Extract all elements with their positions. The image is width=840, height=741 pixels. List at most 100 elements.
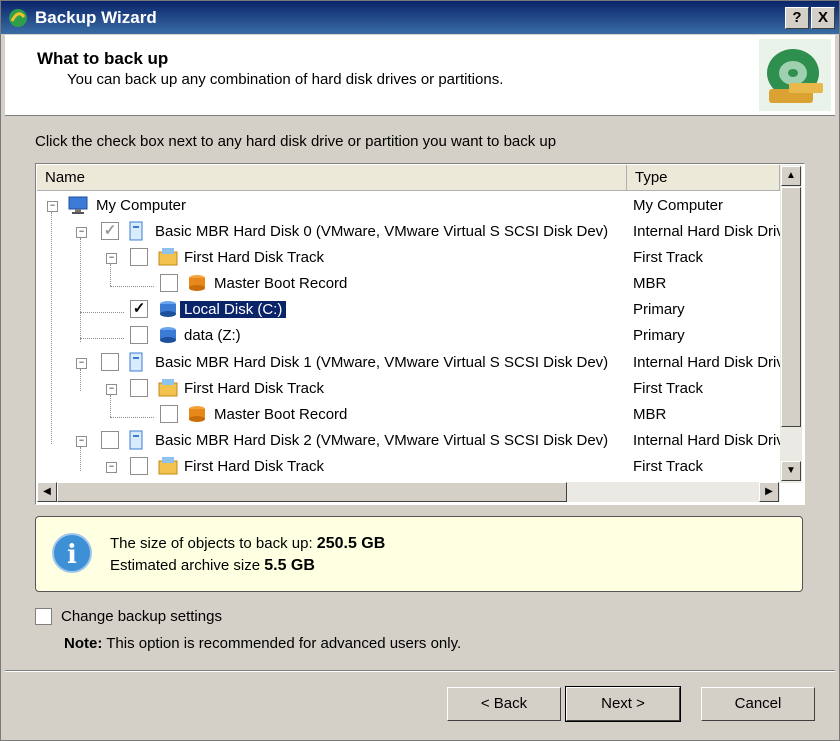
tree-row-local-disk-c[interactable]: ✓ Local Disk (C:) Primary	[37, 297, 780, 323]
row-checkbox[interactable]	[130, 326, 148, 344]
vertical-scrollbar[interactable]: ▲ ▼	[780, 165, 802, 483]
track-icon	[158, 457, 178, 475]
note-label: Note:	[64, 635, 103, 652]
track-icon	[158, 248, 178, 266]
back-button[interactable]: < Back	[447, 687, 561, 721]
row-type: MBR	[633, 275, 667, 292]
collapse-icon[interactable]: −	[76, 227, 87, 238]
tree-row-my-computer[interactable]: − My Computer My Computer	[37, 193, 780, 219]
tree-row-first-track-1[interactable]: − First Hard Disk Track First Track	[37, 376, 780, 402]
row-name: Master Boot Record	[214, 406, 348, 423]
collapse-icon[interactable]: −	[106, 253, 117, 264]
tree-row-disk-2[interactable]: − Basic MBR Hard Disk 2 (VMware, VMware …	[37, 428, 780, 454]
hard-disk-icon	[129, 430, 143, 450]
collapse-icon[interactable]: −	[76, 436, 87, 447]
horizontal-scrollbar[interactable]: ◀ ▶	[37, 482, 780, 502]
row-type: Primary	[633, 327, 685, 344]
collapse-icon[interactable]: −	[47, 201, 58, 212]
change-backup-settings-label[interactable]: Change backup settings	[61, 608, 222, 625]
column-header-type[interactable]: Type	[627, 165, 780, 191]
advanced-note: Note: This option is recommended for adv…	[64, 635, 461, 652]
button-separator	[5, 670, 835, 672]
tree-row-first-track-0[interactable]: − First Hard Disk Track First Track	[37, 245, 780, 271]
row-name: Basic MBR Hard Disk 2 (VMware, VMware Vi…	[155, 432, 609, 449]
disk-tree-view[interactable]: Name Type − My Computer My Computer − ✓ …	[35, 163, 805, 505]
help-button[interactable]: ?	[785, 7, 809, 29]
app-icon	[9, 9, 27, 27]
row-name: Basic MBR Hard Disk 0 (VMware, VMware Vi…	[155, 223, 609, 240]
backup-size-line: The size of objects to back up: 250.5 GB	[110, 535, 385, 553]
row-checkbox[interactable]	[101, 431, 119, 449]
row-name: First Hard Disk Track	[184, 249, 325, 266]
row-checkbox[interactable]	[130, 379, 148, 397]
column-header-name[interactable]: Name	[37, 165, 627, 191]
tree-row-first-track-2[interactable]: − First Hard Disk Track First Track	[37, 454, 780, 480]
size-label: The size of objects to back up:	[110, 535, 313, 552]
tree-row-mbr-1[interactable]: Master Boot Record MBR	[37, 402, 780, 428]
size-value: 250.5 GB	[316, 535, 386, 552]
archive-size-line: Estimated archive size 5.5 GB	[110, 557, 315, 575]
hard-disk-icon	[129, 352, 143, 372]
scroll-right-icon[interactable]: ▶	[759, 482, 779, 502]
row-name: First Hard Disk Track	[184, 458, 325, 475]
row-type: First Track	[633, 458, 703, 475]
collapse-icon[interactable]: −	[106, 462, 117, 473]
scroll-up-icon[interactable]: ▲	[781, 166, 801, 186]
next-button[interactable]: Next >	[565, 686, 681, 722]
partition-icon	[160, 301, 176, 317]
row-type: Internal Hard Disk Drive	[633, 432, 780, 449]
info-icon: i	[52, 533, 92, 573]
row-name: My Computer	[96, 197, 187, 214]
row-checkbox[interactable]	[101, 353, 119, 371]
row-type: MBR	[633, 406, 667, 423]
row-checkbox[interactable]	[130, 457, 148, 475]
row-name: Local Disk (C:)	[178, 300, 288, 319]
row-checkbox[interactable]	[130, 248, 148, 266]
header-title: What to back up	[37, 49, 169, 68]
tree-row-data-z[interactable]: data (Z:) Primary	[37, 323, 780, 349]
backup-size-info-panel: i The size of objects to back up: 250.5 …	[35, 516, 803, 592]
row-checkbox[interactable]	[160, 405, 178, 423]
row-name: First Hard Disk Track	[184, 380, 325, 397]
vertical-scroll-thumb[interactable]	[781, 187, 801, 427]
scroll-left-icon[interactable]: ◀	[37, 482, 57, 502]
horizontal-scroll-thumb[interactable]	[57, 482, 567, 502]
change-backup-settings-checkbox[interactable]	[35, 608, 52, 625]
archive-label: Estimated archive size	[110, 557, 261, 574]
tree-row-disk-0[interactable]: − ✓ Basic MBR Hard Disk 0 (VMware, VMwar…	[37, 219, 780, 245]
row-name: data (Z:)	[184, 327, 241, 344]
wizard-header: What to back up You can back up any comb…	[5, 35, 835, 116]
track-icon	[158, 379, 178, 397]
row-name: Master Boot Record	[214, 275, 348, 292]
archive-value: 5.5 GB	[264, 557, 315, 574]
cancel-button[interactable]: Cancel	[701, 687, 815, 721]
collapse-icon[interactable]: −	[106, 384, 117, 395]
hard-disk-icon	[129, 221, 143, 241]
window-title: Backup Wizard	[35, 8, 157, 27]
instruction-text: Click the check box next to any hard dis…	[35, 133, 557, 150]
title-bar[interactable]: Backup Wizard ? X	[1, 1, 839, 34]
row-checkbox[interactable]: ✓	[101, 222, 119, 240]
computer-icon	[68, 196, 88, 214]
mbr-icon	[189, 406, 205, 422]
collapse-icon[interactable]: −	[76, 358, 87, 369]
row-type: My Computer	[633, 197, 724, 214]
row-checkbox[interactable]: ✓	[130, 300, 148, 318]
row-checkbox[interactable]	[160, 274, 178, 292]
scroll-down-icon[interactable]: ▼	[781, 461, 801, 481]
row-type: Primary	[633, 301, 685, 318]
row-name: Basic MBR Hard Disk 1 (VMware, VMware Vi…	[155, 354, 609, 371]
header-subtitle: You can back up any combination of hard …	[67, 71, 504, 88]
tree-row-disk-1[interactable]: − Basic MBR Hard Disk 1 (VMware, VMware …	[37, 350, 780, 376]
row-type: Internal Hard Disk Drive	[633, 354, 780, 371]
tree-row-mbr-0[interactable]: Master Boot Record MBR	[37, 271, 780, 297]
partition-icon	[160, 327, 176, 343]
close-button[interactable]: X	[811, 7, 835, 29]
note-text: This option is recommended for advanced …	[106, 635, 462, 652]
row-type: First Track	[633, 380, 703, 397]
backup-disk-icon	[759, 39, 831, 111]
row-type: First Track	[633, 249, 703, 266]
row-type: Internal Hard Disk Drive	[633, 223, 780, 240]
backup-wizard-window: Backup Wizard ? X What to back up You ca…	[0, 0, 840, 741]
mbr-icon	[189, 275, 205, 291]
